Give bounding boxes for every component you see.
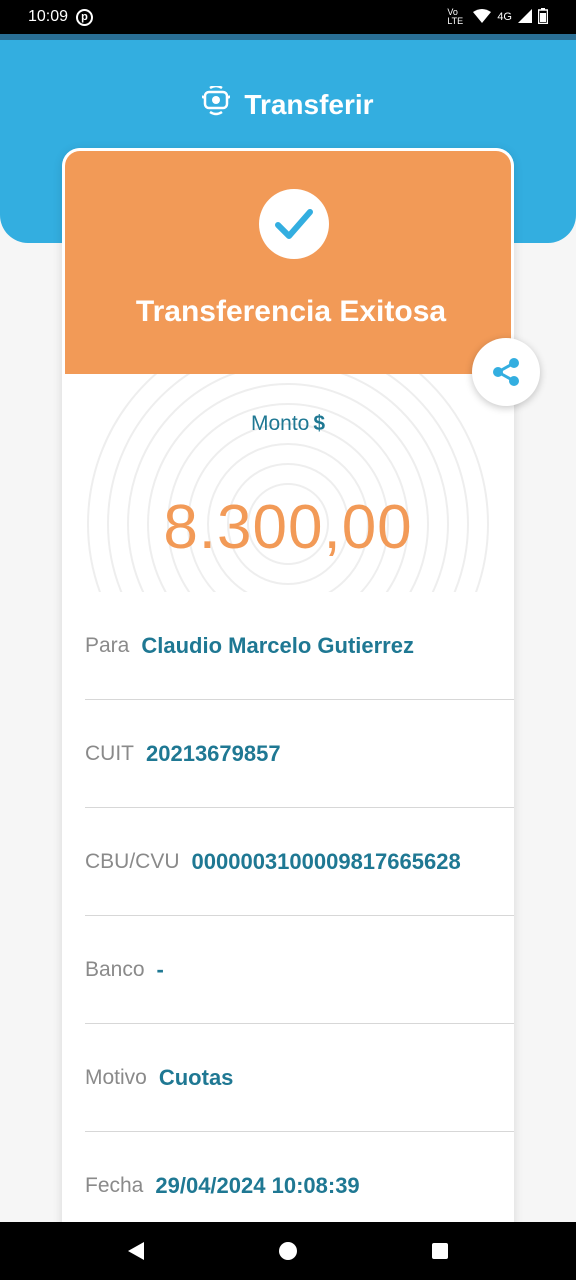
detail-value: -: [156, 956, 164, 982]
page-title: Transferir: [0, 84, 576, 123]
detail-label: Motivo: [85, 1065, 147, 1089]
share-icon: [493, 358, 519, 386]
header-title-text: Transferir: [244, 88, 374, 120]
detail-value: Cuotas: [158, 1064, 234, 1090]
detail-label: CUIT: [85, 741, 134, 765]
share-button[interactable]: [472, 338, 540, 406]
detail-row-motivo: Motivo Cuotas: [85, 1024, 514, 1132]
wifi-icon: [473, 8, 492, 26]
detail-row-cuit: CUIT 20213679857: [85, 700, 514, 808]
system-navigation-bar: [0, 1222, 576, 1280]
success-banner: Transferencia Exitosa: [62, 148, 514, 374]
recents-button[interactable]: [420, 1231, 460, 1271]
success-title: Transferencia Exitosa: [135, 295, 447, 328]
amount-section: Monto $ 8.300,00: [62, 374, 514, 592]
home-button[interactable]: [268, 1231, 308, 1271]
detail-value: Claudio Marcelo Gutierrez: [141, 632, 414, 658]
status-time: 10:09: [28, 8, 69, 25]
notification-icon: p: [76, 8, 94, 26]
detail-label: Para: [85, 633, 130, 657]
detail-value: 20213679857: [146, 740, 281, 766]
detail-label: Fecha: [85, 1174, 144, 1197]
detail-label: Banco: [85, 957, 145, 981]
battery-icon: [537, 7, 549, 27]
checkmark-icon: [275, 209, 313, 239]
amount-value: 8.300,00: [163, 493, 413, 562]
amount-label: Monto $: [62, 412, 514, 436]
detail-row-cbu: CBU/CVU 0000003100009817665628: [85, 808, 514, 916]
signal-icon: [518, 8, 532, 26]
detail-value: 29/04/2024 10:08:39: [155, 1173, 360, 1198]
status-bar: 10:09 p Vo LTE 4G: [0, 0, 576, 34]
transfer-icon: [201, 84, 232, 123]
network-type: 4G: [497, 11, 512, 23]
detail-value: 0000003100009817665628: [191, 848, 461, 874]
detail-row-banco: Banco -: [85, 916, 514, 1024]
volte-indicator: Vo LTE: [447, 7, 464, 26]
success-check-badge: [259, 189, 329, 259]
detail-row-para: Para Claudio Marcelo Gutierrez: [85, 592, 514, 700]
detail-label: CBU/CVU: [85, 849, 180, 873]
back-button[interactable]: [116, 1231, 156, 1271]
transfer-details: Para Claudio Marcelo Gutierrez CUIT 2021…: [62, 592, 514, 1248]
back-icon: [128, 1242, 144, 1260]
amount-label-text: Monto: [250, 412, 310, 435]
recents-icon: [432, 1243, 448, 1259]
currency-symbol: $: [313, 412, 326, 435]
home-icon: [279, 1242, 297, 1260]
transfer-receipt-card: Transferencia Exitosa Monto $ 8.300,00 Pa…: [62, 148, 514, 1248]
